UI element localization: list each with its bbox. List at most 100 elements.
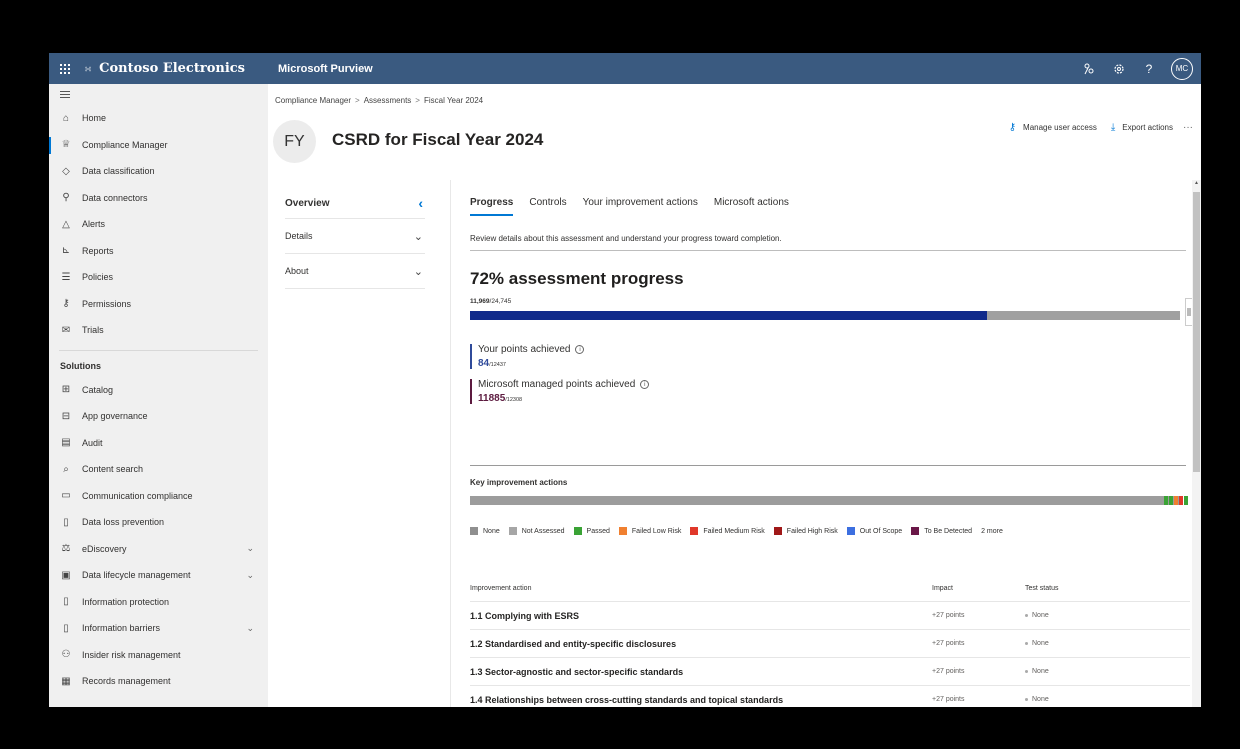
column-improvement-action[interactable]: Improvement action <box>470 585 932 592</box>
settings-gear-icon[interactable] <box>1111 61 1127 77</box>
tab-controls[interactable]: Controls <box>529 197 566 216</box>
table-header: Improvement action Impact Test status <box>470 576 1190 602</box>
table-row[interactable]: 1.2 Standardised and entity-specific dis… <box>470 630 1190 658</box>
protection-icon: ▯ <box>63 596 69 608</box>
nav-item-trials[interactable]: ✉ Trials <box>49 317 268 344</box>
scroll-up-icon[interactable]: ▲ <box>1192 180 1201 188</box>
status-dot-icon <box>1025 641 1028 645</box>
content-scrollbar[interactable]: ▲ <box>1192 180 1201 707</box>
nav-item-audit[interactable]: ▤ Audit <box>49 430 268 457</box>
left-nav: ⌂ Home ♕ Compliance Manager ◇ Data classifica… <box>49 84 268 707</box>
legend-item[interactable]: Failed Low Risk <box>618 527 681 535</box>
chevron-down-icon[interactable]: ⌄ <box>246 570 254 581</box>
legend-label: Out Of Scope <box>859 527 903 535</box>
improvement-action-name[interactable]: 1.3 Sector-agnostic and sector-specific … <box>470 667 932 677</box>
nav-item-policies[interactable]: ☰ Policies <box>49 264 268 291</box>
nav-item-home[interactable]: ⌂ Home <box>49 105 268 132</box>
sidepanel-details[interactable]: Details ⌄ <box>285 219 425 254</box>
table-row[interactable]: 1.3 Sector-agnostic and sector-specific … <box>470 658 1190 686</box>
tab-microsoft-actions[interactable]: Microsoft actions <box>714 197 789 216</box>
legend-item[interactable]: To Be Detected <box>911 527 972 535</box>
column-impact[interactable]: Impact <box>932 585 1025 592</box>
chevron-down-icon[interactable]: ⌄ <box>246 543 254 554</box>
nav-item-data-classification[interactable]: ◇ Data classification <box>49 158 268 185</box>
improvement-action-name[interactable]: 1.1 Complying with ESRS <box>470 611 932 621</box>
column-test-status[interactable]: Test status <box>1025 585 1165 592</box>
product-name[interactable]: Microsoft Purview <box>278 63 373 75</box>
nav-item-label: eDiscovery <box>82 543 127 554</box>
improvement-action-name[interactable]: 1.4 Relationships between cross-cutting … <box>470 695 932 705</box>
nav-item-data-connectors[interactable]: ⚲ Data connectors <box>49 185 268 212</box>
nav-item-reports[interactable]: ⊾ Reports <box>49 238 268 265</box>
app-launcher-button[interactable] <box>51 53 79 84</box>
breadcrumb-assessments[interactable]: Assessments <box>364 96 412 105</box>
breadcrumb-compliance-manager[interactable]: Compliance Manager <box>275 96 351 105</box>
assessment-badge: FY <box>273 120 316 163</box>
nav-item-compliance-manager[interactable]: ♕ Compliance Manager <box>49 132 268 159</box>
tab-description: Review details about this assessment and… <box>470 234 782 243</box>
test-status: None <box>1025 612 1165 619</box>
nav-item-label: Audit <box>82 437 103 448</box>
divider <box>470 465 1186 466</box>
info-icon[interactable]: i <box>575 345 585 354</box>
info-icon[interactable]: i <box>640 380 650 389</box>
nav-item-alerts[interactable]: △ Alerts <box>49 211 268 238</box>
progress-achieved: 11,969 <box>470 298 490 305</box>
nav-item-information-protection[interactable]: ▯ Information protection <box>49 589 268 616</box>
brand[interactable]: Contoso Electronics <box>85 60 245 78</box>
improvement-action-name[interactable]: 1.2 Standardised and entity-specific dis… <box>470 639 932 649</box>
tab-progress[interactable]: Progress <box>470 197 514 216</box>
sidepanel-about[interactable]: About ⌄ <box>285 254 425 289</box>
help-icon[interactable]: ? <box>1141 61 1157 77</box>
share-icon[interactable] <box>1081 61 1097 77</box>
legend-item[interactable]: Failed Medium Risk <box>690 527 765 535</box>
nav-item-app-governance[interactable]: ⊟ App governance <box>49 403 268 430</box>
nav-item-catalog[interactable]: ⊞ Catalog <box>49 377 268 404</box>
avatar[interactable]: MC <box>1171 57 1193 80</box>
nav-item-content-search[interactable]: ⌕ Content search <box>49 456 268 483</box>
microsoft-points-value: 11885 <box>478 393 506 404</box>
export-actions-button[interactable]: Export actions <box>1122 123 1173 132</box>
manage-user-access-button[interactable]: Manage user access <box>1023 123 1097 132</box>
nav-item-ediscovery[interactable]: ⚖ eDiscovery ⌄ <box>49 536 268 563</box>
impact-value: +27 points <box>932 668 965 675</box>
brand-name: Contoso Electronics <box>99 61 245 76</box>
nav-item-label: Catalog <box>82 384 114 395</box>
nav-item-information-barriers[interactable]: ▯ Information barriers ⌄ <box>49 615 268 642</box>
chart-icon: ⊾ <box>61 245 71 257</box>
table-row[interactable]: 1.4 Relationships between cross-cutting … <box>470 686 1190 707</box>
nav-item-data-loss-prevention[interactable]: ▯ Data loss prevention <box>49 509 268 536</box>
progress-bar <box>470 311 1180 320</box>
legend-item[interactable]: Out Of Scope <box>846 527 903 535</box>
collapse-nav-button[interactable] <box>49 84 268 105</box>
nav-item-permissions[interactable]: ⚷ Permissions <box>49 291 268 318</box>
scrollbar-thumb[interactable] <box>1193 192 1200 472</box>
trophy-icon: ♕ <box>61 139 71 151</box>
microsoft-points-block: Microsoft managed points achieved i 11885… <box>470 379 650 404</box>
chevron-left-icon[interactable]: ‹ <box>418 195 423 211</box>
legend-item[interactable]: Passed <box>573 527 610 535</box>
legend-more-link[interactable]: 2 more <box>981 528 1003 535</box>
legend-item[interactable]: Failed High Risk <box>773 527 838 535</box>
legend-swatch <box>508 527 517 535</box>
breadcrumb: Compliance Manager > Assessments > Fiscal Ye… <box>275 96 484 105</box>
test-status: None <box>1025 640 1165 647</box>
nav-item-label: Information protection <box>82 596 170 607</box>
chevron-down-icon[interactable]: ⌄ <box>246 623 254 634</box>
policies-icon: ☰ <box>61 271 71 283</box>
progress-bar-fill <box>470 311 988 320</box>
test-status: None <box>1025 668 1165 675</box>
top-bar: Contoso Electronics Microsoft Purview ? … <box>49 53 1201 84</box>
nav-item-data-lifecycle-management[interactable]: ▣ Data lifecycle management ⌄ <box>49 562 268 589</box>
table-row[interactable]: 1.1 Complying with ESRS +27 points None <box>470 602 1190 630</box>
nav-item-communication-compliance[interactable]: ▭ Communication compliance <box>49 483 268 510</box>
tab-your-improvement-actions[interactable]: Your improvement actions <box>583 197 698 216</box>
records-icon: ▦ <box>61 675 71 687</box>
sidepanel-details-label: Details <box>285 231 313 241</box>
more-options-icon[interactable]: ··· <box>1183 122 1193 133</box>
nav-item-insider-risk-management[interactable]: ⚇ Insider risk management <box>49 642 268 669</box>
nav-item-records-management[interactable]: ▦ Records management <box>49 668 268 695</box>
legend-item[interactable]: None <box>470 527 500 535</box>
legend-item[interactable]: Not Assessed <box>508 527 565 535</box>
sidepanel-overview[interactable]: Overview ‹ <box>285 188 425 219</box>
